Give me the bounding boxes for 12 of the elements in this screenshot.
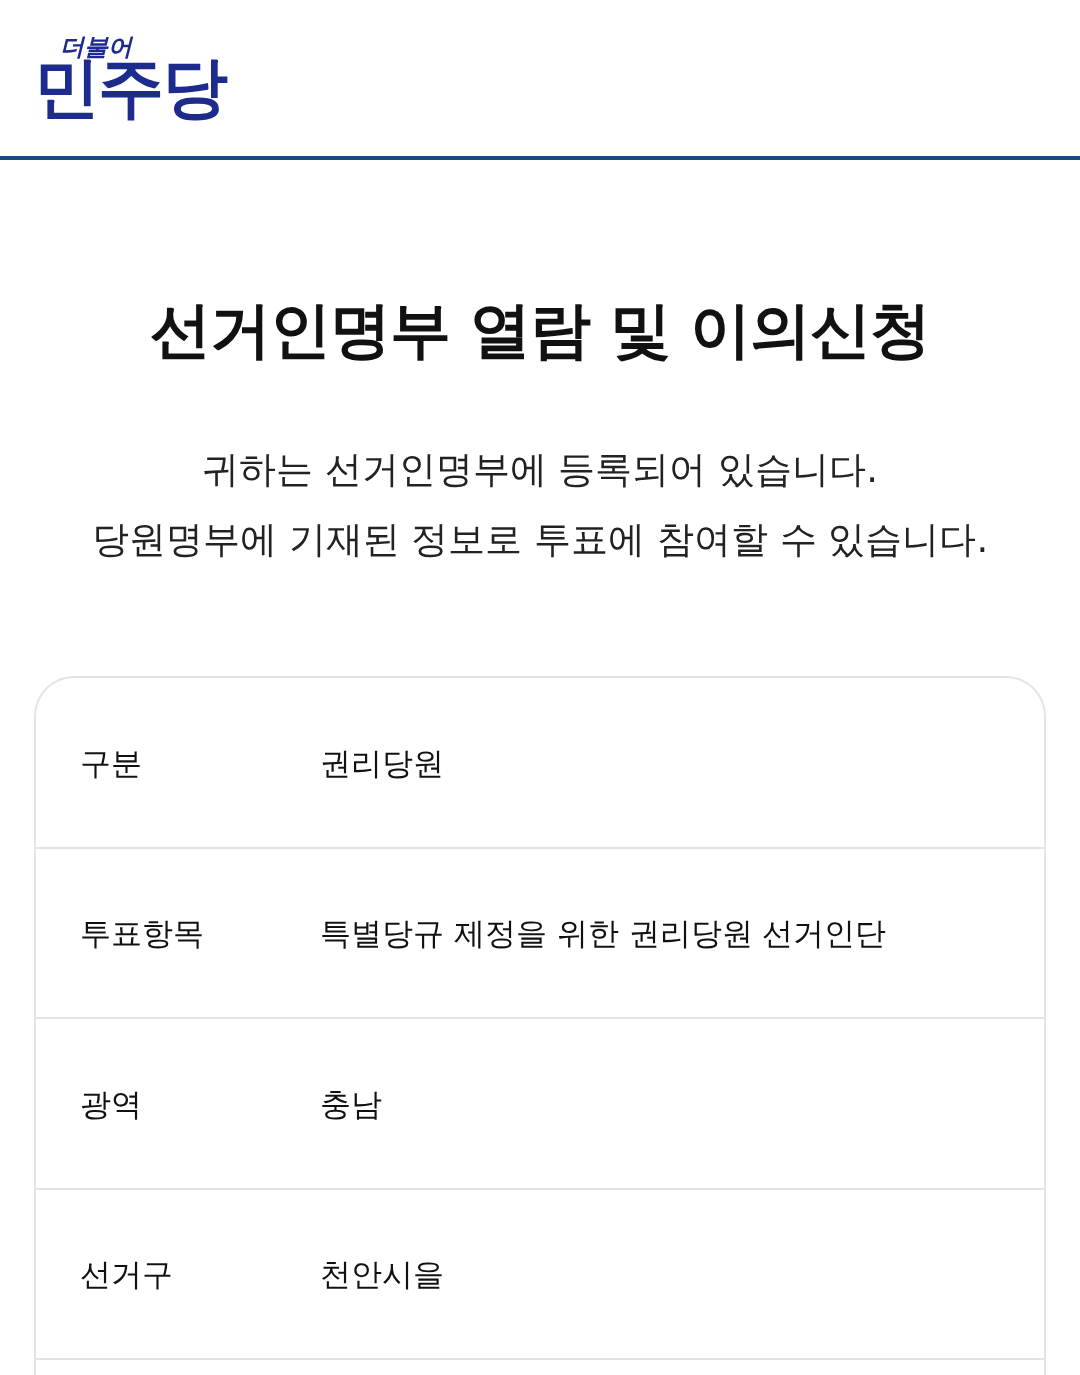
status-message: 당원명부에 기재된 정보로 투표에 참여할 수 있습니다. [91, 517, 989, 563]
row-label: 광역 [80, 1084, 143, 1124]
row-value: 충남 [320, 1084, 382, 1124]
status-message: 귀하는 선거인명부에 등록되어 있습니다. [201, 447, 878, 493]
row-value: 권리당원 [320, 743, 444, 783]
row-value: 특별당규 제정을 위한 권리당원 선거인단 [320, 914, 887, 954]
row-label: 선거구 [80, 1255, 174, 1295]
page-title: 선거인명부 열람 및 이의신청 [148, 293, 932, 367]
logo-tagline: 더불어 [60, 35, 132, 59]
row-label: 구분 [80, 743, 143, 783]
row-value: 천안시을 [320, 1255, 444, 1295]
row-label: 투표항목 [80, 914, 205, 954]
